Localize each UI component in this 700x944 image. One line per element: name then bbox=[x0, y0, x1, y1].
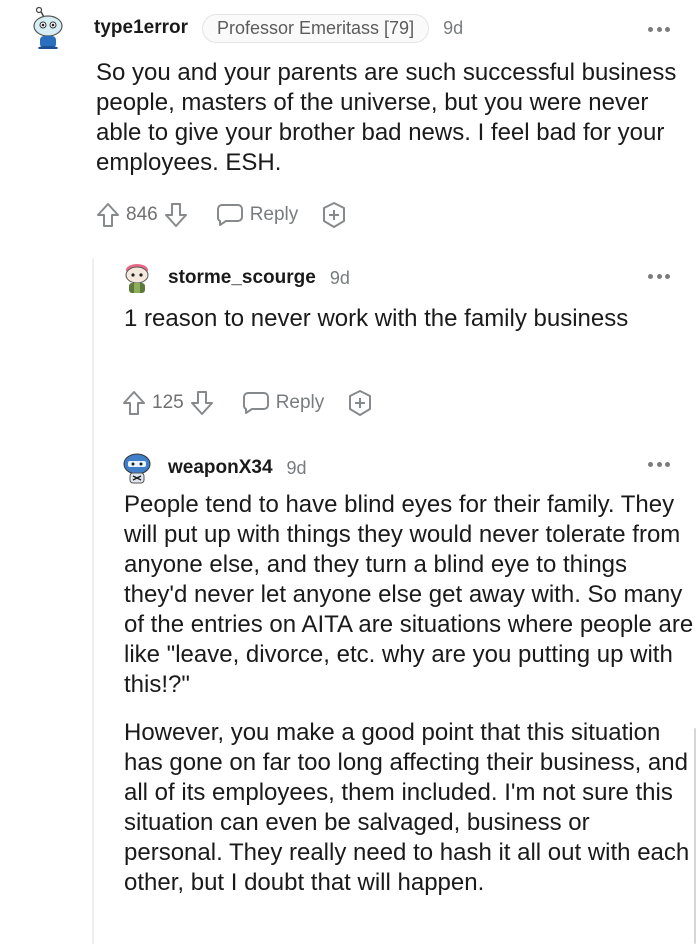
reply-button[interactable]: Reply bbox=[216, 203, 299, 227]
reply-bubble-icon bbox=[216, 203, 244, 227]
username[interactable]: weaponX34 bbox=[168, 457, 273, 479]
upvote-arrow-icon[interactable] bbox=[96, 202, 120, 228]
more-options-icon[interactable] bbox=[648, 27, 670, 33]
comment-paragraph: However, you make a good point that this… bbox=[124, 719, 690, 896]
award-icon[interactable] bbox=[320, 201, 348, 229]
user-flair: Professor Emeritass [79] bbox=[202, 13, 430, 43]
thread-line bbox=[92, 258, 94, 944]
downvote-arrow-icon[interactable] bbox=[164, 202, 188, 228]
snoo-pink-hair-avatar-icon[interactable] bbox=[120, 261, 154, 295]
upvote-arrow-icon[interactable] bbox=[122, 390, 146, 416]
downvote-arrow-icon[interactable] bbox=[190, 390, 214, 416]
comment-paragraph: People tend to have blind eyes for their… bbox=[124, 491, 694, 698]
comment-header: weaponX34 9d bbox=[120, 448, 307, 488]
comment-age: 9d bbox=[329, 267, 350, 288]
reply-bubble-icon bbox=[242, 391, 270, 415]
comment-paragraph: So you and your parents are such success… bbox=[96, 59, 677, 176]
more-options-icon[interactable] bbox=[648, 274, 670, 280]
comment-age: 9d bbox=[286, 457, 307, 478]
more-options-icon[interactable] bbox=[648, 462, 670, 468]
reply-label: Reply bbox=[275, 392, 325, 413]
vote-score: 125 bbox=[152, 392, 184, 413]
comment-header: type1error Professor Emeritass [79] 9d bbox=[28, 6, 464, 50]
comment-paragraph: 1 reason to never work with the family b… bbox=[124, 305, 629, 332]
comment-actions: 846 Reply bbox=[96, 200, 348, 230]
comment-body: 1 reason to never work with the family b… bbox=[124, 304, 684, 344]
snoo-robot-avatar-icon[interactable] bbox=[28, 6, 70, 50]
username[interactable]: storme_scourge bbox=[168, 267, 316, 289]
comment-actions: 125 Reply bbox=[122, 388, 374, 418]
award-icon[interactable] bbox=[346, 389, 374, 417]
comment-header: storme_scourge 9d bbox=[120, 258, 350, 298]
vote-score: 846 bbox=[126, 204, 158, 225]
username[interactable]: type1error bbox=[94, 17, 188, 39]
comment-age: 9d bbox=[443, 17, 464, 38]
comment-body: So you and your parents are such success… bbox=[96, 58, 686, 188]
reply-label: Reply bbox=[249, 204, 299, 225]
snoo-helmet-avatar-icon[interactable] bbox=[120, 451, 154, 485]
comment-body: People tend to have blind eyes for their… bbox=[124, 490, 694, 908]
scrollbar[interactable] bbox=[694, 728, 696, 944]
reply-button[interactable]: Reply bbox=[242, 391, 325, 415]
